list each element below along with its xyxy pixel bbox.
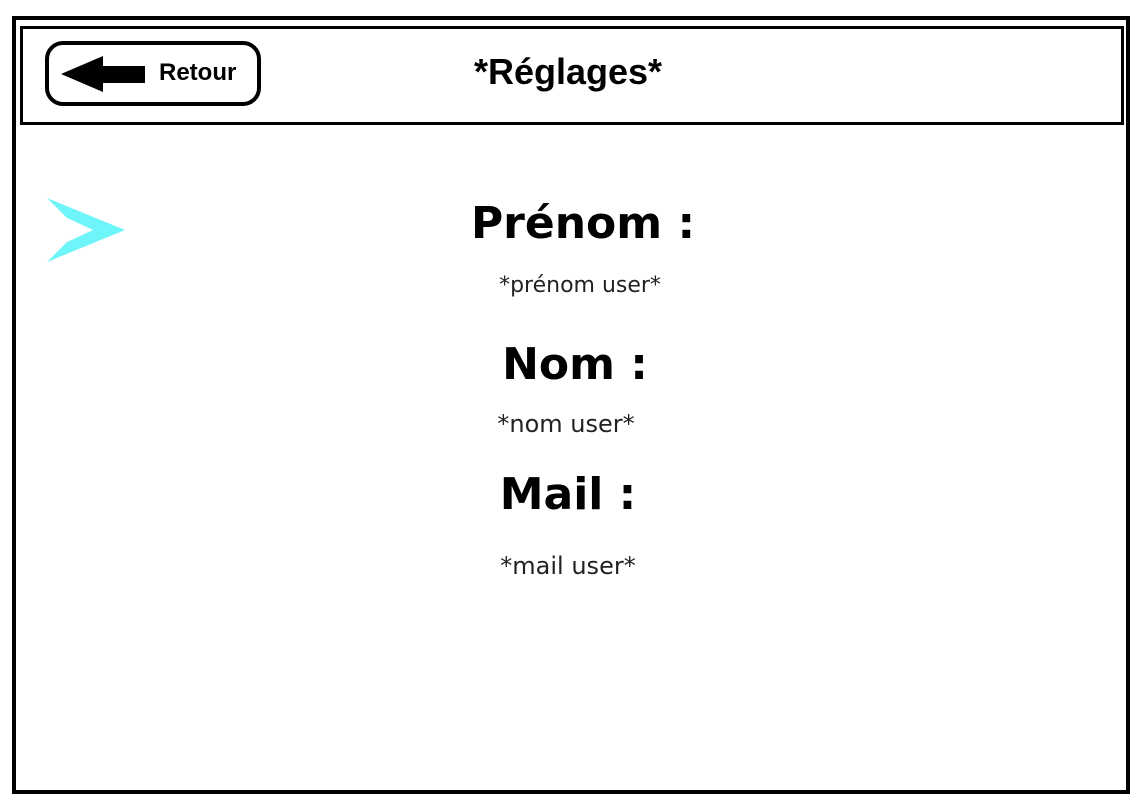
screen-frame — [12, 16, 1130, 794]
mail-label: Mail : — [499, 469, 637, 520]
prenom-value: *prénom user* — [499, 273, 661, 298]
nom-label: Nom : — [502, 339, 648, 390]
nom-value: *nom user* — [497, 410, 635, 438]
chevron-pointer-icon — [47, 198, 125, 262]
prenom-label: Prénom : — [470, 198, 696, 249]
back-button[interactable]: Retour — [45, 41, 261, 106]
back-button-label: Retour — [159, 59, 237, 86]
mail-value: *mail user* — [500, 552, 636, 580]
arrow-left-icon — [61, 56, 145, 92]
page-title: *Réglages* — [473, 51, 663, 92]
